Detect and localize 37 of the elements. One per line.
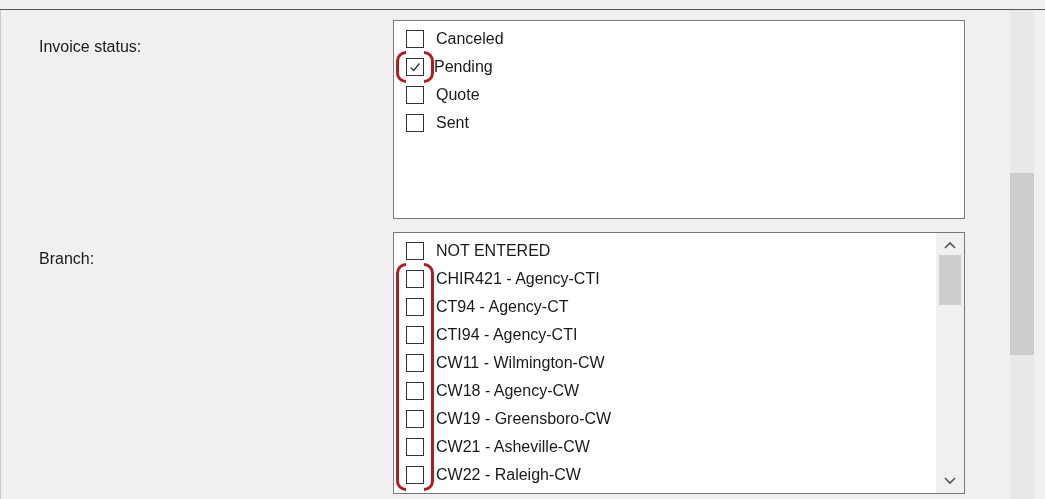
checkbox[interactable] bbox=[406, 382, 424, 400]
checkbox[interactable] bbox=[406, 242, 424, 260]
checkbox[interactable] bbox=[406, 270, 424, 288]
scrollbar-thumb[interactable] bbox=[1010, 173, 1034, 355]
field-label: Invoice status: bbox=[38, 37, 143, 56]
option-label: Sent bbox=[436, 114, 469, 132]
option-label: CW22 - Raleigh-CW bbox=[436, 466, 581, 484]
checkbox[interactable] bbox=[406, 354, 424, 372]
list-scrollbar[interactable] bbox=[936, 233, 964, 493]
checkbox[interactable] bbox=[406, 466, 424, 484]
scroll-up-icon[interactable] bbox=[944, 241, 956, 249]
checkbox-list[interactable]: Canceled Pending Quote Sent bbox=[393, 20, 965, 219]
checkbox[interactable] bbox=[406, 298, 424, 316]
checkbox[interactable] bbox=[406, 58, 424, 76]
option-label: Quote bbox=[436, 86, 480, 104]
checkbox[interactable] bbox=[406, 326, 424, 344]
checkbox[interactable] bbox=[406, 410, 424, 428]
scrollbar-thumb[interactable] bbox=[939, 255, 961, 305]
option-label: CW11 - Wilmington-CW bbox=[436, 354, 605, 372]
check-mark-icon bbox=[408, 60, 422, 74]
option-label: CW21 - Asheville-CW bbox=[436, 438, 590, 456]
scroll-down-icon[interactable] bbox=[944, 477, 956, 485]
checkbox[interactable] bbox=[406, 30, 424, 48]
option-label: CTI94 - Agency-CTI bbox=[436, 326, 578, 344]
checkbox[interactable] bbox=[406, 438, 424, 456]
option-label: CW18 - Agency-CW bbox=[436, 382, 580, 400]
option-label: NOT ENTERED bbox=[436, 242, 551, 260]
field-label: Branch: bbox=[38, 249, 96, 268]
checkbox-list[interactable]: NOT ENTERED CHIR421 - Agency-CTI CT94 - Agency-CT CTI94 - Agency-CTI CW11 - Wilmington-CW CW18 - Agency-CW CW19 - Greensboro-CW CW21 - Asheville-CW CW22 - Raleigh-CW bbox=[393, 232, 965, 494]
option-label: Canceled bbox=[436, 30, 504, 48]
option-label: CT94 - Agency-CT bbox=[436, 298, 569, 316]
checkbox[interactable] bbox=[406, 114, 424, 132]
option-label: CHIR421 - Agency-CTI bbox=[436, 270, 600, 288]
page-scrollbar[interactable] bbox=[1010, 10, 1034, 499]
option-label: CW19 - Greensboro-CW bbox=[436, 410, 612, 428]
checkbox[interactable] bbox=[406, 86, 424, 104]
option-label: Pending bbox=[434, 58, 493, 76]
